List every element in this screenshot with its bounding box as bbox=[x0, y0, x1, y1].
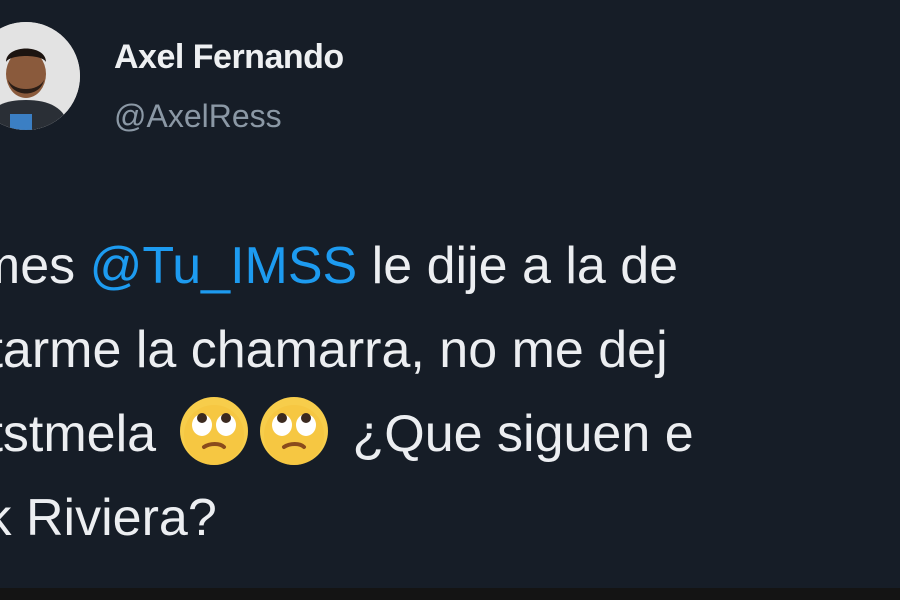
mention-link[interactable]: @Tu_IMSS bbox=[90, 237, 358, 295]
text-segment: ¿Que siguen e bbox=[338, 405, 694, 463]
bottom-border bbox=[0, 588, 900, 600]
text-segment: ames bbox=[0, 237, 76, 295]
tweet-card: Axel Fernando @AxelRess ames @Tu_IMSS le… bbox=[0, 0, 900, 600]
tweet-text: ames @Tu_IMSS le dije a la de uitarme la… bbox=[0, 224, 900, 560]
tweet-line: uitarme la chamarra, no me dej bbox=[0, 321, 668, 379]
user-handle[interactable]: @AxelRess bbox=[114, 98, 282, 135]
tweet-line: ames @Tu_IMSS le dije a la de bbox=[0, 224, 900, 308]
text-segment: uitstmela bbox=[0, 405, 157, 463]
face-with-rolling-eyes-icon bbox=[178, 395, 250, 467]
tweet-line: ick Riviera? bbox=[0, 489, 217, 547]
text-segment: le dije a la de bbox=[357, 237, 679, 295]
face-with-rolling-eyes-icon bbox=[258, 395, 330, 467]
tweet-line: uitstmela ¿Que siguen e bbox=[0, 392, 900, 476]
avatar[interactable] bbox=[0, 22, 80, 130]
avatar-photo bbox=[0, 22, 80, 130]
display-name[interactable]: Axel Fernando bbox=[114, 38, 344, 77]
